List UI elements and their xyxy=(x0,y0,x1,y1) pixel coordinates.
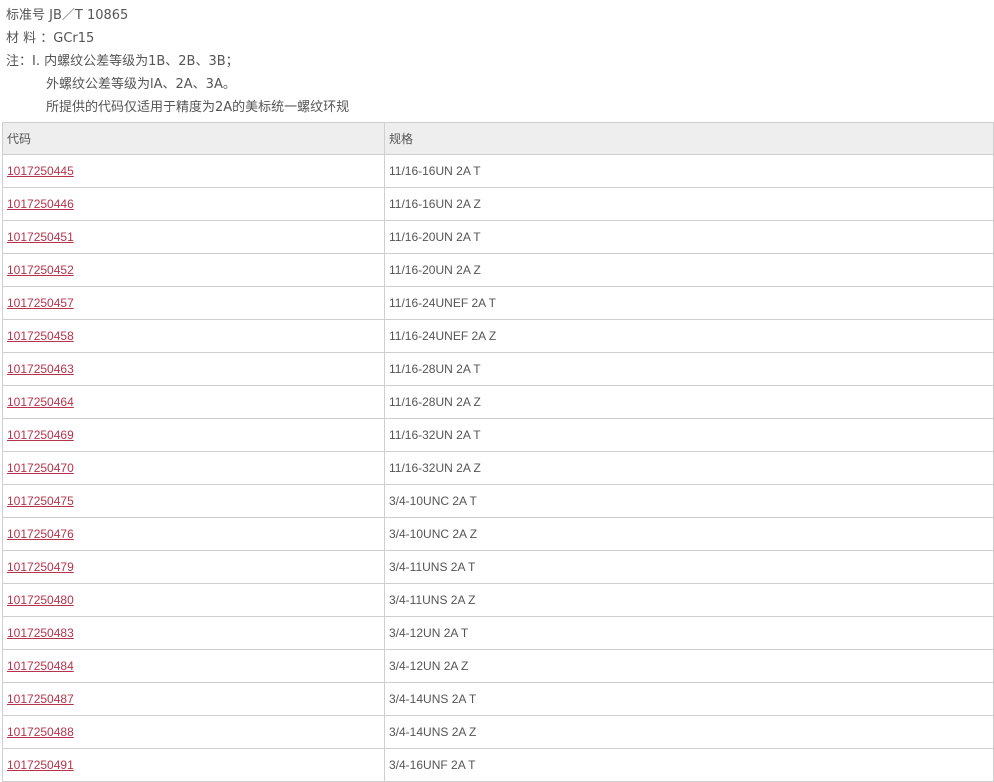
product-code-link[interactable]: 1017250469 xyxy=(7,428,74,442)
table-row: 1017250483 3/4-12UN 2A T xyxy=(2,616,994,650)
table-row: 1017250451 11/16-20UN 2A T xyxy=(2,220,994,254)
product-code-link[interactable]: 1017250446 xyxy=(7,197,74,211)
code-cell: 1017250469 xyxy=(2,418,385,452)
spec-cell: 3/4-12UN 2A Z xyxy=(384,649,994,683)
code-cell: 1017250491 xyxy=(2,748,385,782)
product-code-link[interactable]: 1017250483 xyxy=(7,626,74,640)
table-row: 1017250491 3/4-16UNF 2A T xyxy=(2,748,994,782)
product-info: 标准号 JB／T 10865 材 料 ：GCr15 注：I. 内螺纹公差等级为1… xyxy=(6,4,349,119)
code-cell: 1017250487 xyxy=(2,682,385,716)
spec-cell: 3/4-14UNS 2A Z xyxy=(384,715,994,749)
spec-cell: 11/16-28UN 2A Z xyxy=(384,385,994,419)
code-cell: 1017250446 xyxy=(2,187,385,221)
code-cell: 1017250488 xyxy=(2,715,385,749)
note-line-2: 外螺纹公差等级为lA、2A、3A。 xyxy=(46,77,236,92)
table-row: 1017250484 3/4-12UN 2A Z xyxy=(2,649,994,683)
table-row: 1017250476 3/4-10UNC 2A Z xyxy=(2,517,994,551)
table-row: 1017250488 3/4-14UNS 2A Z xyxy=(2,715,994,749)
code-cell: 1017250475 xyxy=(2,484,385,518)
spec-cell: 11/16-20UN 2A T xyxy=(384,220,994,254)
code-cell: 1017250445 xyxy=(2,154,385,188)
code-cell: 1017250457 xyxy=(2,286,385,320)
code-cell: 1017250463 xyxy=(2,352,385,386)
table-row: 1017250464 11/16-28UN 2A Z xyxy=(2,385,994,419)
spec-table: 代码 规格 1017250445 11/16-16UN 2A T 101725044… xyxy=(2,122,994,782)
table-row: 1017250445 11/16-16UN 2A T xyxy=(2,154,994,188)
spec-cell: 3/4-11UNS 2A T xyxy=(384,550,994,584)
product-code-link[interactable]: 1017250488 xyxy=(7,725,74,739)
product-code-link[interactable]: 1017250452 xyxy=(7,263,74,277)
spec-cell: 3/4-12UN 2A T xyxy=(384,616,994,650)
spec-cell: 11/16-32UN 2A T xyxy=(384,418,994,452)
code-cell: 1017250483 xyxy=(2,616,385,650)
table-row: 1017250446 11/16-16UN 2A Z xyxy=(2,187,994,221)
table-row: 1017250475 3/4-10UNC 2A T xyxy=(2,484,994,518)
table-row: 1017250487 3/4-14UNS 2A T xyxy=(2,682,994,716)
product-code-link[interactable]: 1017250479 xyxy=(7,560,74,574)
table-body: 1017250445 11/16-16UN 2A T 1017250446 11/16… xyxy=(2,154,994,782)
spec-cell: 11/16-24UNEF 2A Z xyxy=(384,319,994,353)
table-header-row: 代码 规格 xyxy=(2,122,994,155)
code-cell: 1017250476 xyxy=(2,517,385,551)
code-cell: 1017250484 xyxy=(2,649,385,683)
table-row: 1017250457 11/16-24UNEF 2A T xyxy=(2,286,994,320)
column-header-spec: 规格 xyxy=(384,122,994,155)
code-cell: 1017250470 xyxy=(2,451,385,485)
code-cell: 1017250479 xyxy=(2,550,385,584)
spec-cell: 11/16-24UNEF 2A T xyxy=(384,286,994,320)
product-code-link[interactable]: 1017250475 xyxy=(7,494,74,508)
product-code-link[interactable]: 1017250470 xyxy=(7,461,74,475)
spec-cell: 11/16-16UN 2A T xyxy=(384,154,994,188)
product-code-link[interactable]: 1017250484 xyxy=(7,659,74,673)
product-code-link[interactable]: 1017250457 xyxy=(7,296,74,310)
spec-cell: 3/4-10UNC 2A T xyxy=(384,484,994,518)
spec-cell: 3/4-11UNS 2A Z xyxy=(384,583,994,617)
product-code-link[interactable]: 1017250464 xyxy=(7,395,74,409)
spec-cell: 11/16-20UN 2A Z xyxy=(384,253,994,287)
product-code-link[interactable]: 1017250458 xyxy=(7,329,74,343)
column-header-code: 代码 xyxy=(2,122,385,155)
code-cell: 1017250458 xyxy=(2,319,385,353)
product-code-link[interactable]: 1017250480 xyxy=(7,593,74,607)
code-cell: 1017250452 xyxy=(2,253,385,287)
standard-number: 标准号 JB／T 10865 xyxy=(6,8,129,23)
product-code-link[interactable]: 1017250476 xyxy=(7,527,74,541)
table-row: 1017250452 11/16-20UN 2A Z xyxy=(2,253,994,287)
spec-cell: 11/16-32UN 2A Z xyxy=(384,451,994,485)
spec-cell: 3/4-16UNF 2A T xyxy=(384,748,994,782)
product-code-link[interactable]: 1017250487 xyxy=(7,692,74,706)
product-code-link[interactable]: 1017250491 xyxy=(7,758,74,772)
note-line-3: 所提供的代码仅适用于精度为2A的美标统一螺纹环规 xyxy=(46,100,350,115)
code-cell: 1017250451 xyxy=(2,220,385,254)
note-line-1: 注：I. 内螺纹公差等级为1B、2B、3B； xyxy=(6,54,239,69)
table-row: 1017250469 11/16-32UN 2A T xyxy=(2,418,994,452)
product-code-link[interactable]: 1017250451 xyxy=(7,230,74,244)
material: 材 料 ：GCr15 xyxy=(6,31,95,46)
product-code-link[interactable]: 1017250463 xyxy=(7,362,74,376)
code-cell: 1017250464 xyxy=(2,385,385,419)
table-row: 1017250479 3/4-11UNS 2A T xyxy=(2,550,994,584)
spec-cell: 11/16-28UN 2A T xyxy=(384,352,994,386)
table-row: 1017250463 11/16-28UN 2A T xyxy=(2,352,994,386)
spec-cell: 3/4-14UNS 2A T xyxy=(384,682,994,716)
table-row: 1017250470 11/16-32UN 2A Z xyxy=(2,451,994,485)
table-row: 1017250480 3/4-11UNS 2A Z xyxy=(2,583,994,617)
code-cell: 1017250480 xyxy=(2,583,385,617)
product-code-link[interactable]: 1017250445 xyxy=(7,164,74,178)
spec-cell: 3/4-10UNC 2A Z xyxy=(384,517,994,551)
table-row: 1017250458 11/16-24UNEF 2A Z xyxy=(2,319,994,353)
spec-cell: 11/16-16UN 2A Z xyxy=(384,187,994,221)
